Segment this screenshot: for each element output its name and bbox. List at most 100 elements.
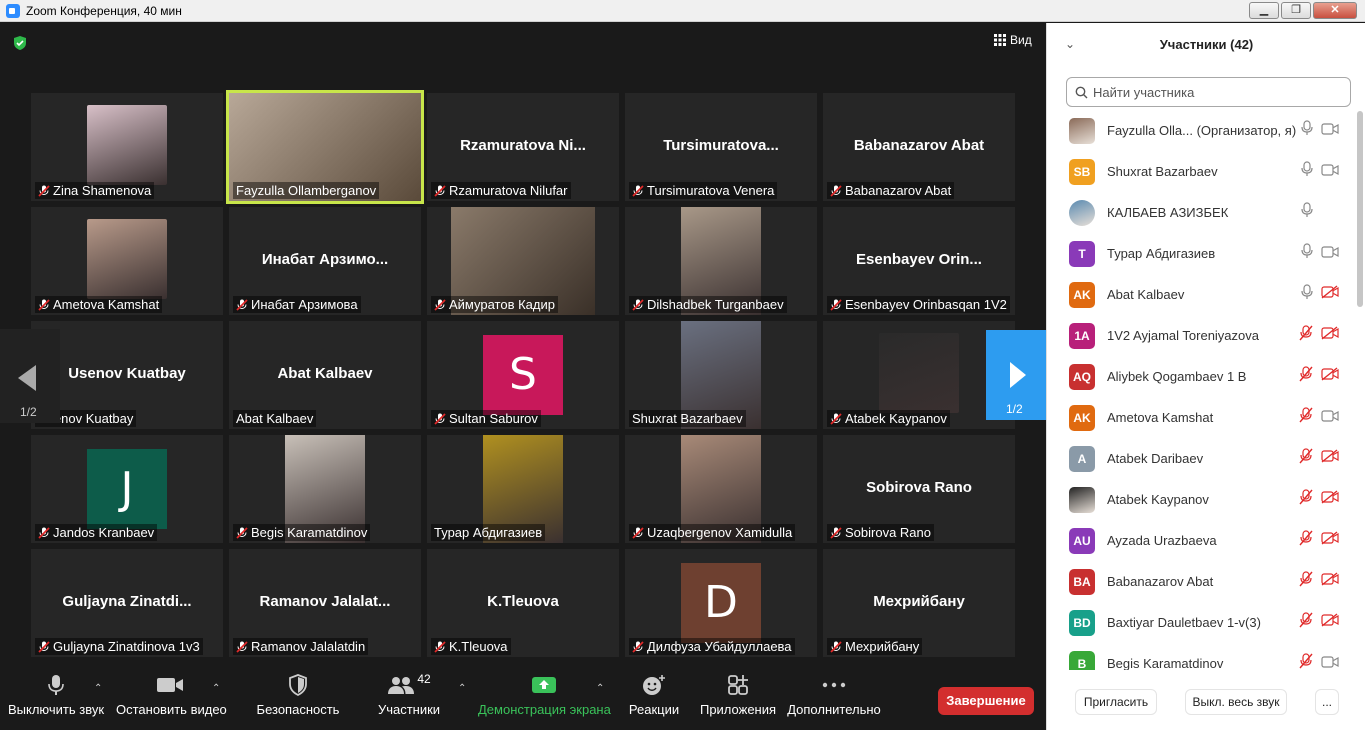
microphone-icon[interactable] xyxy=(1301,284,1313,305)
participant-row[interactable]: 1A 1V2 Ayjamal Toreniyazova xyxy=(1047,315,1355,356)
muted-mic-icon xyxy=(434,640,446,653)
muted-mic-icon[interactable] xyxy=(1299,653,1313,670)
audio-options-caret-icon[interactable]: ⌃ xyxy=(94,683,102,694)
participant-tile[interactable]: Abat Kalbaev Abat Kalbaev xyxy=(229,321,421,429)
participant-tile[interactable]: Babanazarov Abat Babanazarov Abat xyxy=(823,93,1015,201)
prev-page-button[interactable]: 1/2 xyxy=(0,329,60,423)
muted-mic-icon[interactable] xyxy=(1299,366,1313,387)
participant-row[interactable]: BA Babanazarov Abat xyxy=(1047,561,1355,602)
participant-row[interactable]: AQ Aliybek Qogambaev 1 B xyxy=(1047,356,1355,397)
microphone-icon[interactable] xyxy=(1301,161,1313,182)
participant-row[interactable]: A Atabek Daribaev xyxy=(1047,438,1355,479)
participant-tile[interactable]: Shuxrat Bazarbaev xyxy=(625,321,817,429)
mute-all-button[interactable]: Выкл. весь звук xyxy=(1185,689,1287,715)
participant-row[interactable]: КАЛБАЕВ АЗИЗБЕК xyxy=(1047,192,1355,233)
participant-name: Uzaqbergenov Xamidulla xyxy=(647,525,793,540)
participant-tile[interactable]: Мехрийбану Мехрийбану xyxy=(823,549,1015,657)
view-button[interactable]: Вид xyxy=(994,33,1032,47)
video-off-icon[interactable] xyxy=(1321,285,1339,304)
participant-row[interactable]: BD Baxtiyar Dauletbaev 1-v(3) xyxy=(1047,602,1355,643)
next-page-button[interactable]: 1/2 xyxy=(986,330,1046,420)
participant-tile[interactable]: Инабат Арзимо... Инабат Арзимова xyxy=(229,207,421,315)
invite-button[interactable]: Пригласить xyxy=(1075,689,1157,715)
muted-mic-icon[interactable] xyxy=(1299,612,1313,633)
search-icon xyxy=(1075,86,1088,98)
participant-tile[interactable]: S Sultan Saburov xyxy=(427,321,619,429)
security-button[interactable]: Безопасность xyxy=(256,668,340,717)
mute-button[interactable]: Выключить звук xyxy=(8,668,104,717)
participant-tile[interactable]: Guljayna Zinatdi... Guljayna Zinatdinova … xyxy=(31,549,223,657)
participant-tile[interactable]: Esenbayev Orin... Esenbayev Orinbasqan 1V… xyxy=(823,207,1015,315)
participant-tile[interactable]: Аймуратов Кадир xyxy=(427,207,619,315)
minimize-button[interactable]: ▁ xyxy=(1249,2,1279,19)
grid-icon xyxy=(994,34,1006,46)
participant-tile[interactable]: Fayzulla Ollamberganov xyxy=(226,90,424,204)
microphone-icon[interactable] xyxy=(1301,202,1313,223)
video-camera-icon[interactable] xyxy=(1321,163,1339,181)
muted-mic-icon[interactable] xyxy=(1299,530,1313,551)
participant-tile[interactable]: Dilshadbek Turganbaev xyxy=(625,207,817,315)
video-options-caret-icon[interactable]: ⌃ xyxy=(212,683,220,694)
participant-row[interactable]: Atabek Kaypanov xyxy=(1047,479,1355,520)
participant-row[interactable]: T Турар Абдигазиев xyxy=(1047,233,1355,274)
participant-name: Zina Shamenova xyxy=(53,183,152,198)
participant-name-label: Esenbayev Orinbasqan 1V2 xyxy=(827,296,1010,313)
video-camera-icon[interactable] xyxy=(1321,245,1339,263)
video-off-icon[interactable] xyxy=(1321,572,1339,591)
video-off-icon[interactable] xyxy=(1321,367,1339,386)
muted-mic-icon[interactable] xyxy=(1299,571,1313,592)
muted-mic-icon[interactable] xyxy=(1299,407,1313,428)
participant-tile[interactable]: Begis Karamatdinov xyxy=(229,435,421,543)
participant-tile[interactable]: Sobirova Rano Sobirova Rano xyxy=(823,435,1015,543)
participant-row[interactable]: SB Shuxrat Bazarbaev xyxy=(1047,151,1355,192)
participant-tile[interactable]: Zina Shamenova xyxy=(31,93,223,201)
participant-tile[interactable]: J Jandos Kranbaev xyxy=(31,435,223,543)
arrow-right-icon xyxy=(1010,362,1026,388)
participant-tile[interactable]: Tursimuratova... Tursimuratova Venera xyxy=(625,93,817,201)
participant-tile[interactable]: Rzamuratova Ni... Rzamuratova Nilufar xyxy=(427,93,619,201)
participant-avatar: D xyxy=(681,563,761,643)
participant-list-scrollbar[interactable] xyxy=(1357,111,1363,307)
reactions-button[interactable]: Реакции xyxy=(626,668,682,717)
video-camera-icon[interactable] xyxy=(1321,655,1339,671)
video-off-icon[interactable] xyxy=(1321,449,1339,468)
apps-button[interactable]: Приложения xyxy=(698,668,778,717)
participant-name-label: Abat Kalbaev xyxy=(233,410,317,427)
panel-more-button[interactable]: ... xyxy=(1315,689,1339,715)
microphone-icon[interactable] xyxy=(1301,243,1313,264)
participant-tile[interactable]: Ramanov Jalalat... Ramanov Jalalatdin xyxy=(229,549,421,657)
participant-row[interactable]: B Begis Karamatdinov xyxy=(1047,643,1355,670)
microphone-icon[interactable] xyxy=(1301,120,1313,141)
more-button[interactable]: Дополнительно xyxy=(786,668,882,717)
window-title: Zoom Конференция, 40 мин xyxy=(26,3,182,18)
participant-tile[interactable]: Ametova Kamshat xyxy=(31,207,223,315)
muted-mic-icon xyxy=(434,412,446,425)
video-off-icon[interactable] xyxy=(1321,531,1339,550)
participant-tile[interactable]: Uzaqbergenov Xamidulla xyxy=(625,435,817,543)
share-screen-button[interactable]: Демонстрация экрана xyxy=(478,668,611,717)
end-meeting-button[interactable]: Завершение xyxy=(938,687,1034,715)
restore-button[interactable]: ❐ xyxy=(1281,2,1311,19)
participant-row[interactable]: AK Abat Kalbaev xyxy=(1047,274,1355,315)
participant-row[interactable]: Fayzulla Olla... (Организатор, я) xyxy=(1047,110,1355,151)
video-camera-icon[interactable] xyxy=(1321,409,1339,427)
muted-mic-icon[interactable] xyxy=(1299,325,1313,346)
share-options-caret-icon[interactable]: ⌃ xyxy=(596,683,604,694)
muted-mic-icon[interactable] xyxy=(1299,489,1313,510)
muted-mic-icon[interactable] xyxy=(1299,448,1313,469)
participants-options-caret-icon[interactable]: ⌃ xyxy=(458,683,466,694)
video-off-icon[interactable] xyxy=(1321,613,1339,632)
participant-tile[interactable]: D Дилфуза Убайдуллаева xyxy=(625,549,817,657)
participant-tile[interactable]: K.Tleuova K.Tleuova xyxy=(427,549,619,657)
close-button[interactable]: ✕ xyxy=(1313,2,1357,19)
participant-search-input[interactable]: Найти участника xyxy=(1066,77,1351,107)
video-off-icon[interactable] xyxy=(1321,326,1339,345)
security-shield-icon[interactable] xyxy=(12,35,28,51)
participant-tile[interactable]: Турар Абдигазиев xyxy=(427,435,619,543)
video-camera-icon[interactable] xyxy=(1321,122,1339,140)
participants-button[interactable]: 42 Участники xyxy=(376,668,442,717)
participant-row[interactable]: AU Ayzada Urazbaeva xyxy=(1047,520,1355,561)
participant-row[interactable]: AK Ametova Kamshat xyxy=(1047,397,1355,438)
stop-video-button[interactable]: Остановить видео xyxy=(116,668,227,717)
video-off-icon[interactable] xyxy=(1321,490,1339,509)
